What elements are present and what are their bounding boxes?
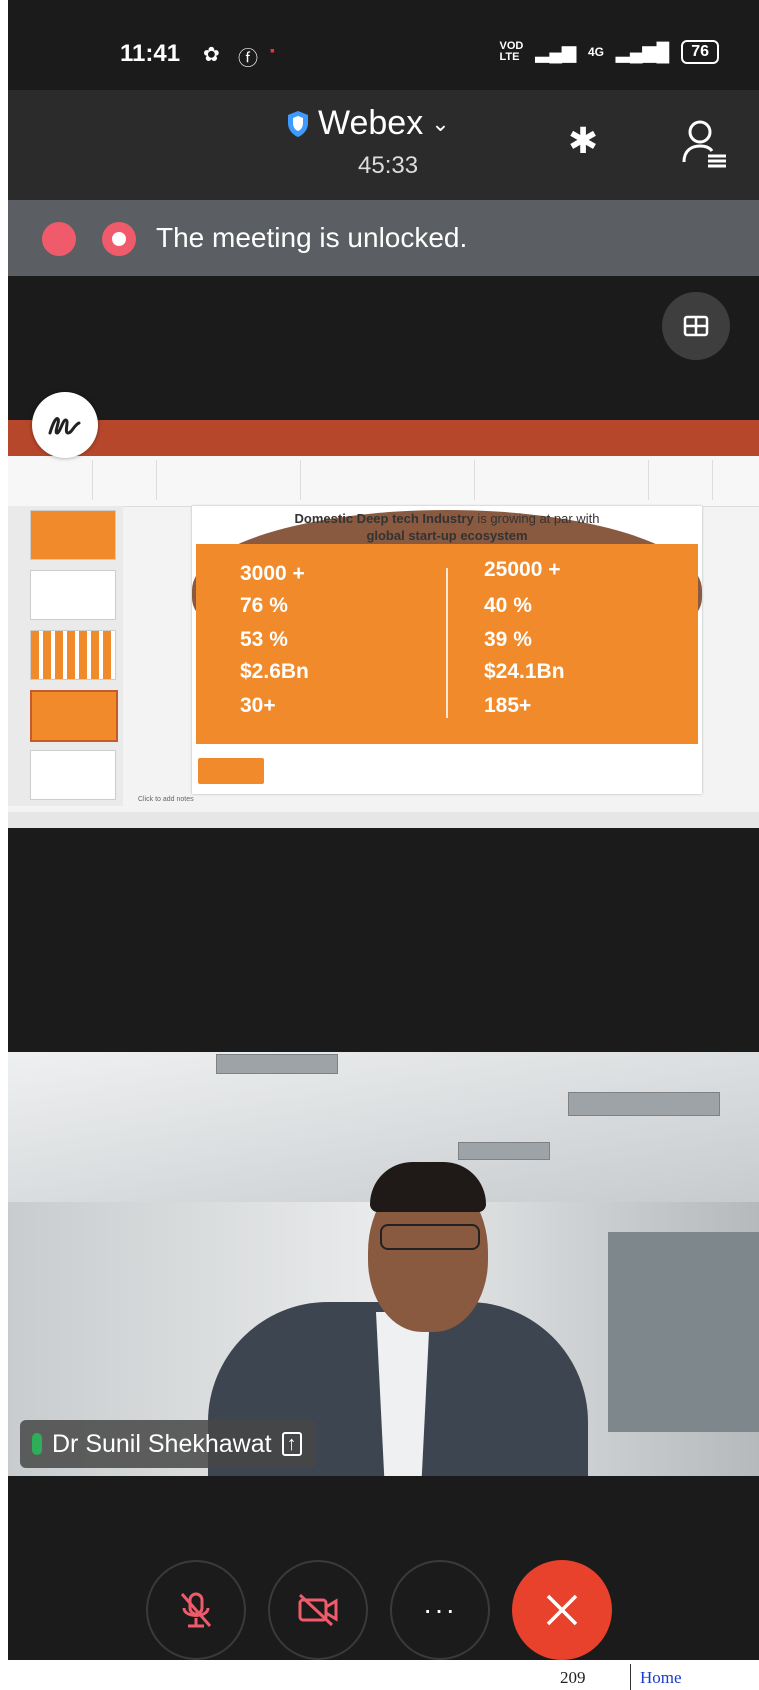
company-logo	[198, 758, 264, 784]
ribbon-group	[12, 460, 93, 500]
active-mic-icon	[32, 1433, 42, 1455]
powerpoint-statusbar	[8, 812, 759, 828]
participant-name: Dr Sunil Shekhawat	[52, 1429, 272, 1458]
layout-toggle-button[interactable]	[662, 292, 730, 360]
app-title: Webex	[318, 104, 424, 142]
notice-message: The meeting is unlocked.	[156, 222, 468, 253]
slide-thumbnail[interactable]	[30, 750, 116, 800]
slide-thumbnail[interactable]	[30, 630, 116, 680]
meeting-notice: The meeting is unlocked.	[8, 200, 759, 276]
stat-right: 39 %	[484, 628, 532, 651]
facebook-icon: ⓕ	[238, 48, 258, 70]
participants-icon[interactable]	[680, 118, 728, 168]
notification-icon: ✿	[203, 44, 220, 66]
stats-panel: 3000 + 76 % 53 % $2.6Bn 30+ 25000 + 40 %…	[196, 544, 698, 744]
participant-hair	[370, 1162, 486, 1212]
ribbon-group	[304, 460, 475, 500]
close-icon	[546, 1594, 578, 1626]
status-time: 11:41	[120, 40, 181, 67]
pen-scribble-icon	[48, 417, 81, 435]
notes-placeholder[interactable]: Click to add notes	[138, 796, 194, 803]
slide-thumbnails	[8, 506, 123, 806]
video-toggle-button[interactable]	[268, 1560, 368, 1660]
shared-screen[interactable]: Domestic Deep tech Industry is growing a…	[8, 420, 759, 828]
video-off-icon	[298, 1593, 338, 1627]
4g-label: 4G	[587, 45, 604, 59]
call-controls: ···	[8, 1560, 759, 1660]
powerpoint-ribbon	[8, 456, 759, 507]
stat-right: $24.1Bn	[484, 660, 565, 683]
ceiling-vent	[216, 1054, 338, 1074]
webex-screen: 11:41 ✿ ⓕ ▪ VOD LTE ▂▄▆ 4G ▂▄▆█ 76 Webex…	[8, 0, 759, 1660]
meeting-timer: 45:33	[358, 152, 419, 179]
participant-name-tag: Dr Sunil Shekhawat ↑	[20, 1420, 316, 1468]
annotate-pen-button[interactable]	[32, 392, 98, 458]
signal-icon-2: ▂▄▆█	[616, 41, 670, 62]
meeting-header: Webex ⌄ 45:33 ✱	[8, 90, 759, 200]
status-bar: 11:41 ✿ ⓕ ▪ VOD LTE ▂▄▆ 4G ▂▄▆█ 76	[8, 0, 759, 90]
mic-muted-icon	[180, 1592, 212, 1628]
more-options-button[interactable]: ···	[390, 1560, 490, 1660]
slide-footer	[192, 750, 702, 794]
stat-left: $2.6Bn	[240, 660, 309, 683]
stat-right: 40 %	[484, 594, 532, 617]
shield-icon	[288, 110, 308, 137]
app-notification-icon: ▪	[270, 42, 275, 58]
stats-divider	[446, 568, 448, 718]
page-number: 209	[560, 1668, 586, 1687]
network-label: VOD LTE	[499, 40, 524, 63]
slide-canvas: Domestic Deep tech Industry is growing a…	[192, 506, 702, 794]
stat-left: 76 %	[240, 594, 288, 617]
muted-mic-badge-icon	[42, 222, 76, 256]
grid-icon	[683, 315, 709, 337]
ribbon-group	[478, 460, 649, 500]
slide-title-bold: Domestic Deep tech Industry	[294, 511, 474, 526]
video-window	[608, 1232, 759, 1432]
powerpoint-tabs	[8, 438, 759, 456]
ceiling-vent	[568, 1092, 720, 1116]
participant-video[interactable]: Dr Sunil Shekhawat ↑	[8, 1052, 759, 1476]
ellipsis-icon: ···	[423, 1594, 457, 1625]
mute-button[interactable]	[146, 1560, 246, 1660]
home-link[interactable]: Home	[640, 1668, 682, 1688]
powerpoint-titlebar	[8, 420, 759, 438]
app-title-dropdown[interactable]: Webex ⌄	[286, 104, 450, 143]
signal-icon: ▂▄▆	[535, 41, 576, 62]
page-separator	[630, 1664, 631, 1690]
battery-icon: 76	[681, 40, 719, 64]
participant-glasses	[380, 1224, 480, 1250]
slide-thumbnail-selected[interactable]	[30, 690, 118, 742]
recording-badge-icon	[102, 222, 136, 256]
stat-left: 30+	[240, 694, 276, 717]
ribbon-group	[96, 460, 157, 500]
slide-title-line2: global start-up ecosystem	[366, 528, 528, 543]
stat-left: 53 %	[240, 628, 288, 651]
stat-left: 3000 +	[240, 562, 305, 585]
ribbon-group	[160, 460, 301, 500]
stat-right: 185+	[484, 694, 532, 717]
end-call-button[interactable]	[512, 1560, 612, 1660]
stat-right: 25000 +	[484, 558, 561, 581]
slide-thumbnail[interactable]	[30, 510, 116, 560]
ribbon-group	[652, 460, 713, 500]
slide-thumbnail[interactable]	[30, 570, 116, 620]
slide-title-rest: is growing at par with	[473, 511, 600, 526]
sharing-icon: ↑	[281, 1432, 302, 1456]
ceiling-vent	[458, 1142, 550, 1160]
chevron-down-icon: ⌄	[431, 110, 450, 136]
bluetooth-icon[interactable]: ✱	[568, 120, 598, 162]
